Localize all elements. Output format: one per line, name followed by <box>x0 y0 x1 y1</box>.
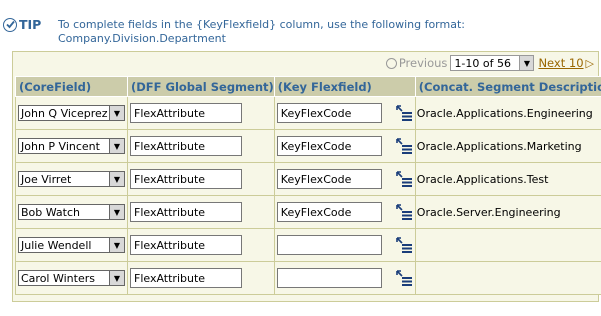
next-link[interactable]: Next 10 <box>538 56 583 70</box>
chevron-down-icon: ▼ <box>519 56 534 70</box>
column-header-dff-global-segment[interactable]: (DFF Global Segment) <box>127 76 275 97</box>
range-select[interactable]: 1-10 of 56 ▼ <box>450 55 535 71</box>
concat-segment-description <box>414 228 601 262</box>
chevron-down-icon: ▼ <box>109 238 124 252</box>
core-field-value: Carol Winters <box>21 271 95 285</box>
core-field-value: Bob Watch <box>21 205 81 219</box>
concat-segment-description: Oracle.Applications.Engineering <box>414 96 601 130</box>
previous-link: Previous <box>385 56 448 70</box>
previous-label: Previous <box>398 56 448 70</box>
data-table: (CoreField) (DFF Global Segment) (Key Fl… <box>15 76 601 295</box>
table-row: Joe Virret ▼ FlexAttribute KeyFlexCode O… <box>15 162 601 196</box>
dff-global-segment-input[interactable]: FlexAttribute <box>130 235 242 255</box>
key-flexfield-input[interactable] <box>276 268 382 288</box>
tip-line-2: Company.Division.Department <box>58 32 226 45</box>
concat-segment-description: Oracle.Server.Engineering <box>414 195 601 229</box>
flexfield-lov-icon[interactable] <box>395 203 413 221</box>
dff-global-segment-input[interactable]: FlexAttribute <box>130 136 242 156</box>
core-field-select[interactable]: Julie Wendell ▼ <box>18 237 125 253</box>
core-field-select[interactable]: John Q Viceprez ▼ <box>18 105 125 121</box>
table-row: Carol Winters ▼ FlexAttribute <box>15 261 601 295</box>
core-field-select[interactable]: Carol Winters ▼ <box>18 270 125 286</box>
chevron-down-icon: ▼ <box>109 271 124 285</box>
core-field-value: John Q Viceprez <box>21 106 108 120</box>
previous-icon <box>385 57 397 69</box>
key-flexfield-input[interactable]: KeyFlexCode <box>276 202 382 222</box>
table-row: John P Vincent ▼ FlexAttribute KeyFlexCo… <box>15 129 601 163</box>
concat-segment-description: Oracle.Applications.Marketing <box>414 129 601 163</box>
dff-global-segment-input[interactable]: FlexAttribute <box>130 103 242 123</box>
core-field-select[interactable]: John P Vincent ▼ <box>18 138 125 154</box>
dff-global-segment-input[interactable]: FlexAttribute <box>130 169 242 189</box>
table-row: Julie Wendell ▼ FlexAttribute <box>15 228 601 262</box>
key-flexfield-input[interactable]: KeyFlexCode <box>276 169 382 189</box>
checkmark-icon <box>3 17 17 32</box>
core-field-value: Julie Wendell <box>21 238 92 252</box>
dff-global-segment-input[interactable]: FlexAttribute <box>130 268 242 288</box>
core-field-select[interactable]: Joe Virret ▼ <box>18 171 125 187</box>
chevron-down-icon: ▼ <box>109 172 124 186</box>
tip-label: TIP <box>19 17 42 32</box>
pagination-bar: Previous 1-10 of 56 ▼ Next 10 ▷ <box>385 52 598 74</box>
key-flexfield-input[interactable]: KeyFlexCode <box>276 136 382 156</box>
flexfield-lov-icon[interactable] <box>395 269 413 287</box>
table-container: Previous 1-10 of 56 ▼ Next 10 ▷ (CoreFie… <box>12 51 601 302</box>
key-flexfield-input[interactable]: KeyFlexCode <box>276 103 382 123</box>
concat-segment-description <box>414 261 601 295</box>
chevron-down-icon: ▼ <box>109 205 124 219</box>
column-header-concat-segment-descriptions[interactable]: (Concat. Segment Descriptions) <box>414 76 601 97</box>
next-arrow-icon[interactable]: ▷ <box>586 57 594 70</box>
core-field-select[interactable]: Bob Watch ▼ <box>18 204 125 220</box>
column-header-key-flexfield[interactable]: (Key Flexfield) <box>273 76 416 97</box>
flexfield-lov-icon[interactable] <box>395 104 413 122</box>
table-header-row: (CoreField) (DFF Global Segment) (Key Fl… <box>15 76 601 97</box>
key-flexfield-input[interactable] <box>276 235 382 255</box>
table-row: Bob Watch ▼ FlexAttribute KeyFlexCode Or… <box>15 195 601 229</box>
flexfield-lov-icon[interactable] <box>395 170 413 188</box>
flexfield-lov-icon[interactable] <box>395 137 413 155</box>
chevron-down-icon: ▼ <box>109 139 124 153</box>
dff-global-segment-input[interactable]: FlexAttribute <box>130 202 242 222</box>
tip-line-1: To complete fields in the {KeyFlexfield}… <box>58 18 465 31</box>
flexfield-lov-icon[interactable] <box>395 236 413 254</box>
column-header-corefield[interactable]: (CoreField) <box>15 76 128 97</box>
chevron-down-icon: ▼ <box>109 106 124 120</box>
core-field-value: John P Vincent <box>21 139 100 153</box>
tip-text: To complete fields in the {KeyFlexfield}… <box>58 18 478 46</box>
core-field-value: Joe Virret <box>21 172 72 186</box>
tip-heading: TIP <box>3 17 41 32</box>
table-row: John Q Viceprez ▼ FlexAttribute KeyFlexC… <box>15 96 601 130</box>
concat-segment-description: Oracle.Applications.Test <box>414 162 601 196</box>
range-select-value: 1-10 of 56 <box>454 56 511 70</box>
